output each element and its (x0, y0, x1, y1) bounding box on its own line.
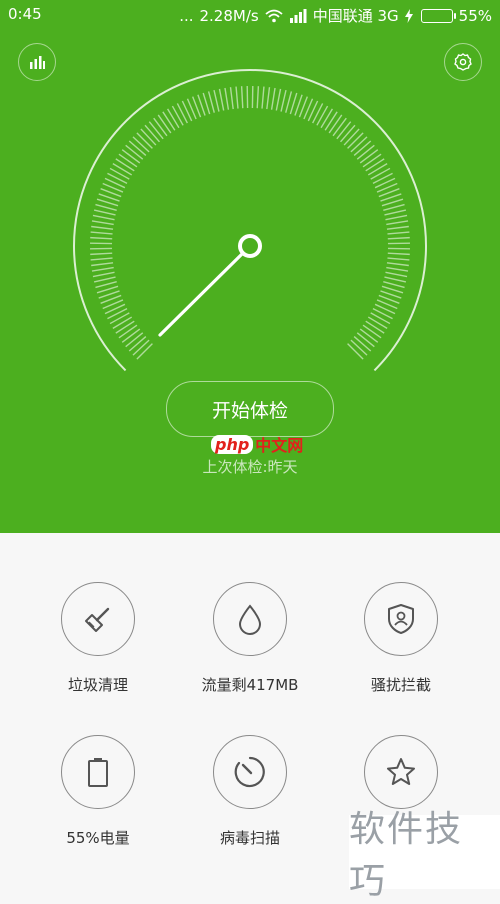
status-bar: 0:45 ... 2.28M/s 中国联通 3G 55% (0, 0, 500, 28)
tool-icon-ring (213, 582, 287, 656)
shield-user-icon (386, 603, 416, 635)
header-panel: 0:45 ... 2.28M/s 中国联通 3G 55% (0, 0, 500, 533)
tool-battery[interactable]: 55%电量 (15, 735, 181, 848)
signal-icon (289, 9, 307, 23)
tool-virus-scan[interactable]: 病毒扫描 (167, 735, 333, 848)
scan-icon (233, 755, 267, 789)
gauge-ticks (90, 86, 410, 359)
status-time: 0:45 (8, 5, 42, 23)
battery-percent: 55% (459, 7, 492, 25)
tool-icon-ring (364, 735, 438, 809)
last-check-text: 上次体检:昨天 (0, 456, 500, 477)
star-icon (385, 756, 417, 788)
tool-label: 垃圾清理 (15, 674, 181, 695)
tool-data-usage[interactable]: 流量剩417MB (167, 582, 333, 695)
tool-harass-block[interactable]: 骚扰拦截 (318, 582, 484, 695)
php-logo-cn: 中文网 (255, 432, 303, 456)
gauge-hub (240, 236, 260, 256)
php-logo-text: php (211, 435, 253, 454)
carrier-name: 中国联通 3G (313, 5, 399, 26)
tool-icon-ring (364, 582, 438, 656)
tool-icon-ring (61, 582, 135, 656)
network-speed: 2.28M/s (200, 7, 259, 25)
wifi-icon (265, 9, 283, 23)
charging-icon (405, 9, 413, 23)
tool-junk-clean[interactable]: 垃圾清理 (15, 582, 181, 695)
php-watermark: php 中文网 (211, 432, 303, 456)
corner-watermark: 软件技巧 (349, 815, 500, 889)
gauge-needle (160, 253, 243, 335)
broom-icon (82, 603, 114, 635)
battery-icon (421, 9, 453, 23)
status-dots: ... (179, 7, 193, 25)
tool-icon-ring (213, 735, 287, 809)
battery-icon (86, 756, 110, 788)
tool-label: 病毒扫描 (167, 827, 333, 848)
score-gauge (0, 60, 500, 390)
droplet-icon (236, 603, 264, 635)
tool-label: 流量剩417MB (167, 674, 333, 695)
tool-label: 骚扰拦截 (318, 674, 484, 695)
tool-icon-ring (61, 735, 135, 809)
tool-label: 55%电量 (15, 827, 181, 848)
status-right: ... 2.28M/s 中国联通 3G 55% (179, 5, 492, 26)
start-check-button[interactable]: 开始体检 (166, 381, 334, 437)
